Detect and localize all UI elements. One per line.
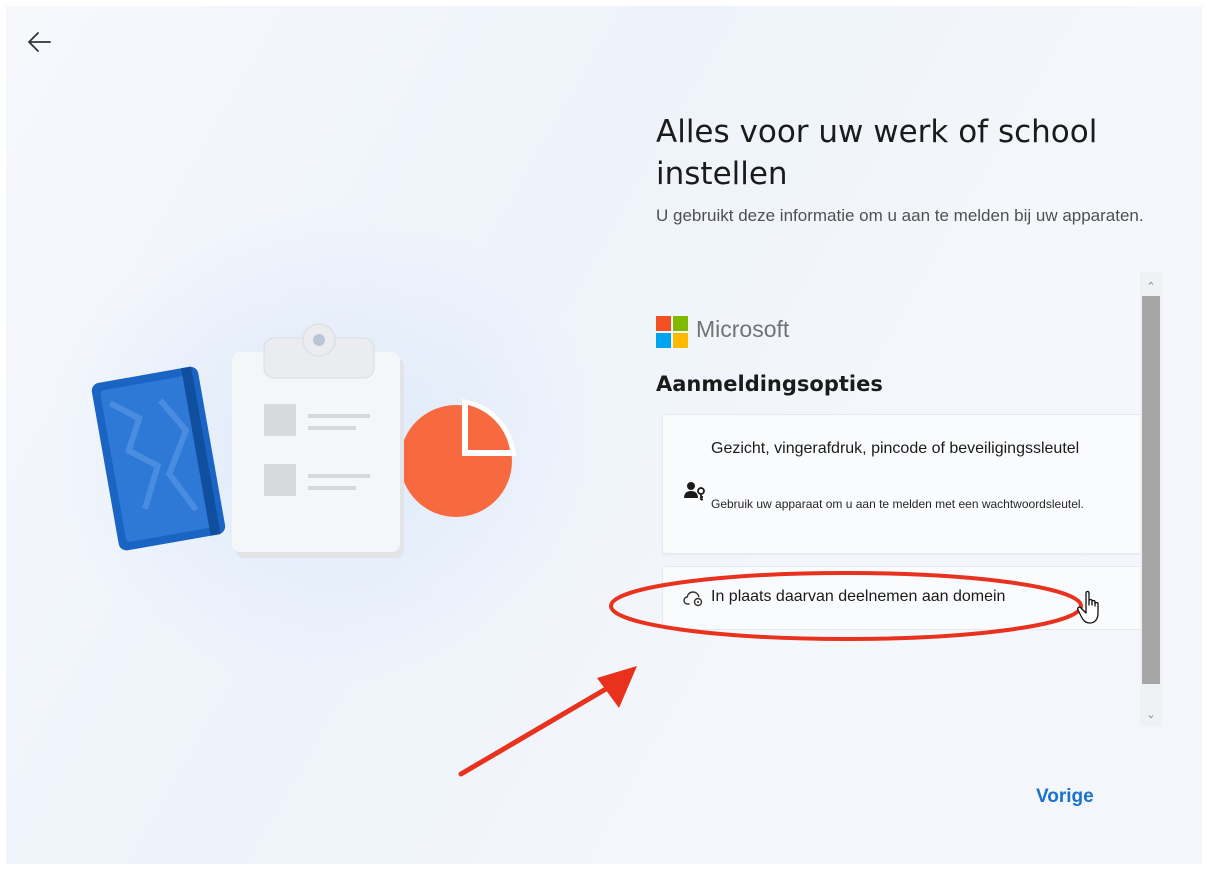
signin-options-heading: Aanmeldingsopties — [656, 372, 883, 396]
scroll-down-arrow-icon[interactable]: ⌄ — [1140, 704, 1162, 726]
scrollbar-thumb[interactable] — [1142, 296, 1160, 684]
page-title: Alles voor uw werk of school instellen — [656, 113, 1098, 192]
page-subtitle: U gebruikt deze informatie om u aan te m… — [656, 206, 1144, 225]
passkey-option-button[interactable]: Gezicht, vingerafdruk, pincode of beveil… — [662, 414, 1144, 554]
person-key-icon — [683, 479, 707, 503]
hand-pointer-cursor-icon — [1077, 590, 1099, 624]
back-arrow-icon[interactable] — [24, 28, 56, 56]
red-arrow-annotation — [458, 666, 637, 777]
passkey-option-title: Gezicht, vingerafdruk, pincode of beveil… — [711, 440, 1080, 457]
highlight-ellipse-annotation — [609, 571, 1083, 641]
setup-window: Alles voor uw werk of school instellen U… — [6, 6, 1202, 864]
pie-chart-illustration — [400, 399, 516, 517]
clipboard-illustration — [232, 323, 404, 558]
vorige-button[interactable]: Vorige — [1036, 786, 1094, 808]
microsoft-logo-icon — [656, 316, 688, 348]
passkey-option-description: Gebruik uw apparaat om u aan te melden m… — [711, 497, 1084, 511]
options-scrollbar[interactable]: ⌃ ⌄ — [1140, 272, 1162, 726]
setup-illustration — [91, 323, 516, 558]
scroll-up-arrow-icon[interactable]: ⌃ — [1140, 276, 1162, 298]
notebook-illustration — [91, 366, 226, 551]
microsoft-brand-name: Microsoft — [696, 316, 790, 342]
